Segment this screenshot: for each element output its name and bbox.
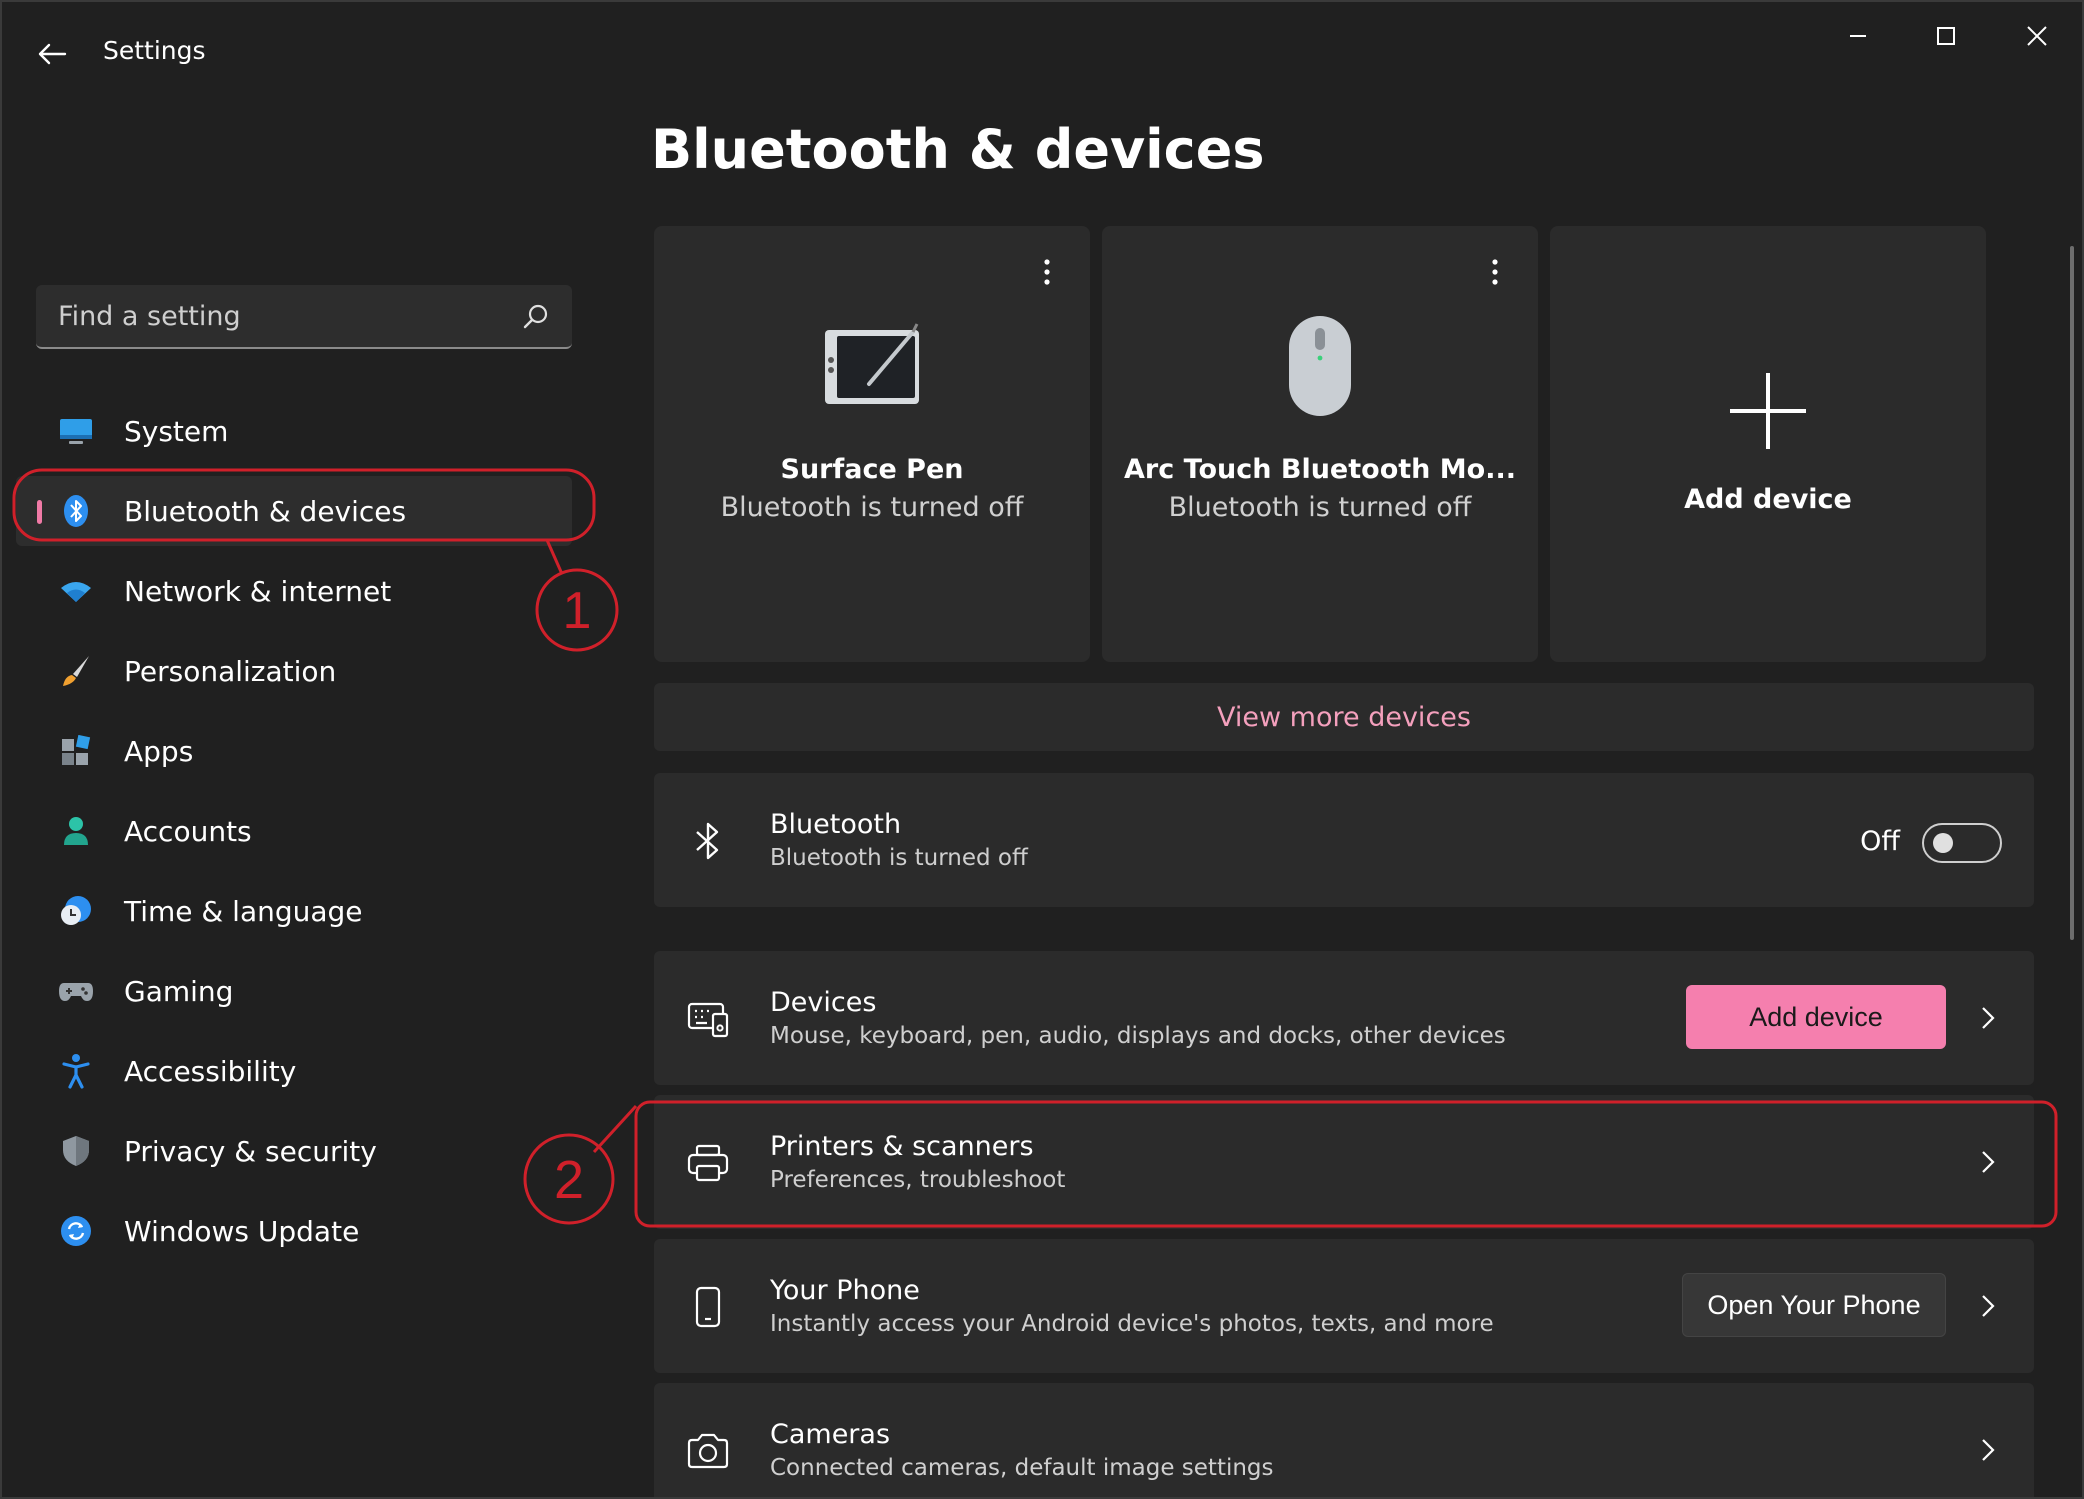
row-subtitle: Preferences, troubleshoot — [770, 1167, 1066, 1193]
annotation-leader-2 — [592, 1104, 638, 1154]
keyboard-devices-icon — [686, 997, 730, 1041]
bluetooth-toggle[interactable] — [1922, 823, 2002, 863]
sidebar-item-apps[interactable]: Apps — [16, 716, 572, 786]
pen-tablet-icon — [825, 323, 919, 404]
sidebar-item-time-language[interactable]: Time & language — [16, 876, 572, 946]
chevron-right-icon[interactable] — [1976, 1289, 2000, 1323]
sidebar-item-label: Windows Update — [124, 1214, 360, 1248]
maximize-button[interactable] — [1916, 16, 1976, 56]
more-options-button[interactable] — [1032, 254, 1062, 290]
shield-icon — [58, 1133, 94, 1169]
sidebar-item-privacy-security[interactable]: Privacy & security — [16, 1116, 572, 1186]
sidebar-item-label: Bluetooth & devices — [124, 494, 407, 528]
row-title: Bluetooth — [770, 809, 902, 840]
sidebar-item-label: Time & language — [124, 894, 363, 928]
view-more-devices-link[interactable]: View more devices — [654, 683, 2034, 751]
row-subtitle: Mouse, keyboard, pen, audio, displays an… — [770, 1023, 1506, 1049]
wifi-icon — [58, 573, 94, 609]
row-title: Your Phone — [770, 1275, 920, 1306]
minimize-button[interactable] — [1828, 16, 1888, 56]
sidebar-item-label: Gaming — [124, 974, 234, 1008]
row-subtitle: Bluetooth is turned off — [770, 845, 1028, 871]
row-title: Cameras — [770, 1419, 891, 1450]
cameras-row[interactable]: Cameras Connected cameras, default image… — [654, 1383, 2034, 1497]
device-card-arc-touch-mouse[interactable]: Arc Touch Bluetooth Mo... Bluetooth is t… — [1102, 226, 1538, 662]
toggle-knob — [1933, 833, 1953, 853]
sidebar-item-label: Personalization — [124, 654, 337, 688]
printer-icon — [686, 1141, 730, 1185]
device-status: Bluetooth is turned off — [1168, 492, 1472, 523]
sidebar-item-label: System — [124, 414, 229, 448]
sidebar-item-label: Accounts — [124, 814, 252, 848]
more-vertical-icon — [1044, 259, 1050, 285]
row-subtitle: Connected cameras, default image setting… — [770, 1455, 1274, 1481]
sidebar-item-label: Accessibility — [124, 1054, 297, 1088]
device-status: Bluetooth is turned off — [720, 492, 1024, 523]
app-title: Settings — [103, 36, 206, 65]
chevron-right-icon[interactable] — [1976, 1001, 2000, 1035]
your-phone-row[interactable]: Your Phone Instantly access your Android… — [654, 1239, 2034, 1373]
device-name: Surface Pen — [780, 454, 964, 485]
row-title: Devices — [770, 987, 877, 1018]
device-card-surface-pen[interactable]: Surface Pen Bluetooth is turned off — [654, 226, 1090, 662]
update-icon — [58, 1213, 94, 1249]
add-device-label: Add device — [1684, 484, 1852, 515]
sidebar-item-bluetooth-devices[interactable]: Bluetooth & devices — [16, 476, 572, 546]
gamepad-icon — [58, 973, 94, 1009]
printers-scanners-row[interactable]: Printers & scanners Preferences, trouble… — [654, 1095, 2034, 1229]
bluetooth-icon — [686, 819, 730, 863]
chevron-right-icon[interactable] — [1976, 1433, 2000, 1467]
search-box[interactable] — [36, 285, 572, 349]
sidebar-item-label: Network & internet — [124, 574, 392, 608]
system-icon — [58, 413, 94, 449]
account-icon — [58, 813, 94, 849]
devices-row[interactable]: Devices Mouse, keyboard, pen, audio, dis… — [654, 951, 2034, 1085]
sidebar-item-accounts[interactable]: Accounts — [16, 796, 572, 866]
minimize-icon — [1850, 35, 1866, 37]
phone-icon — [686, 1285, 730, 1329]
sidebar-item-personalization[interactable]: Personalization — [16, 636, 572, 706]
device-name: Arc Touch Bluetooth Mo... — [1124, 454, 1516, 485]
plus-icon — [1730, 373, 1806, 449]
open-your-phone-button[interactable]: Open Your Phone — [1682, 1273, 1946, 1337]
sidebar-item-windows-update[interactable]: Windows Update — [16, 1196, 572, 1266]
chevron-right-icon[interactable] — [1976, 1145, 2000, 1179]
bluetooth-icon — [58, 493, 94, 529]
apps-icon — [58, 733, 94, 769]
search-icon[interactable] — [522, 303, 550, 331]
sidebar-item-network[interactable]: Network & internet — [16, 556, 572, 626]
close-icon — [2027, 26, 2047, 46]
add-device-button[interactable]: Add device — [1686, 985, 1946, 1049]
settings-window: Settings System Bluetooth & devices — [0, 0, 2084, 1499]
sidebar-item-system[interactable]: System — [16, 396, 572, 466]
search-input[interactable] — [36, 285, 572, 347]
page-title: Bluetooth & devices — [651, 118, 1265, 181]
row-title: Printers & scanners — [770, 1131, 1034, 1162]
arrow-left-icon — [38, 43, 67, 65]
accessibility-icon — [58, 1053, 94, 1089]
back-button[interactable] — [30, 32, 74, 76]
toggle-state-label: Off — [1860, 826, 1900, 857]
maximize-icon — [1937, 27, 1955, 45]
close-button[interactable] — [2007, 16, 2067, 56]
title-bar: Settings — [2, 2, 2082, 102]
sidebar-item-label: Apps — [124, 734, 194, 768]
paintbrush-icon — [58, 653, 94, 689]
row-subtitle: Instantly access your Android device's p… — [770, 1311, 1494, 1337]
add-device-card[interactable]: Add device — [1550, 226, 1986, 662]
bluetooth-row: Bluetooth Bluetooth is turned off Off — [654, 773, 2034, 907]
scrollbar[interactable] — [2070, 246, 2074, 940]
sidebar-item-gaming[interactable]: Gaming — [16, 956, 572, 1026]
camera-icon — [686, 1429, 730, 1473]
sidebar-item-accessibility[interactable]: Accessibility — [16, 1036, 572, 1106]
more-vertical-icon — [1492, 259, 1498, 285]
active-indicator — [37, 500, 42, 524]
mouse-icon — [1289, 316, 1351, 416]
globe-clock-icon — [58, 893, 94, 929]
sidebar-item-label: Privacy & security — [124, 1134, 377, 1168]
more-options-button[interactable] — [1480, 254, 1510, 290]
